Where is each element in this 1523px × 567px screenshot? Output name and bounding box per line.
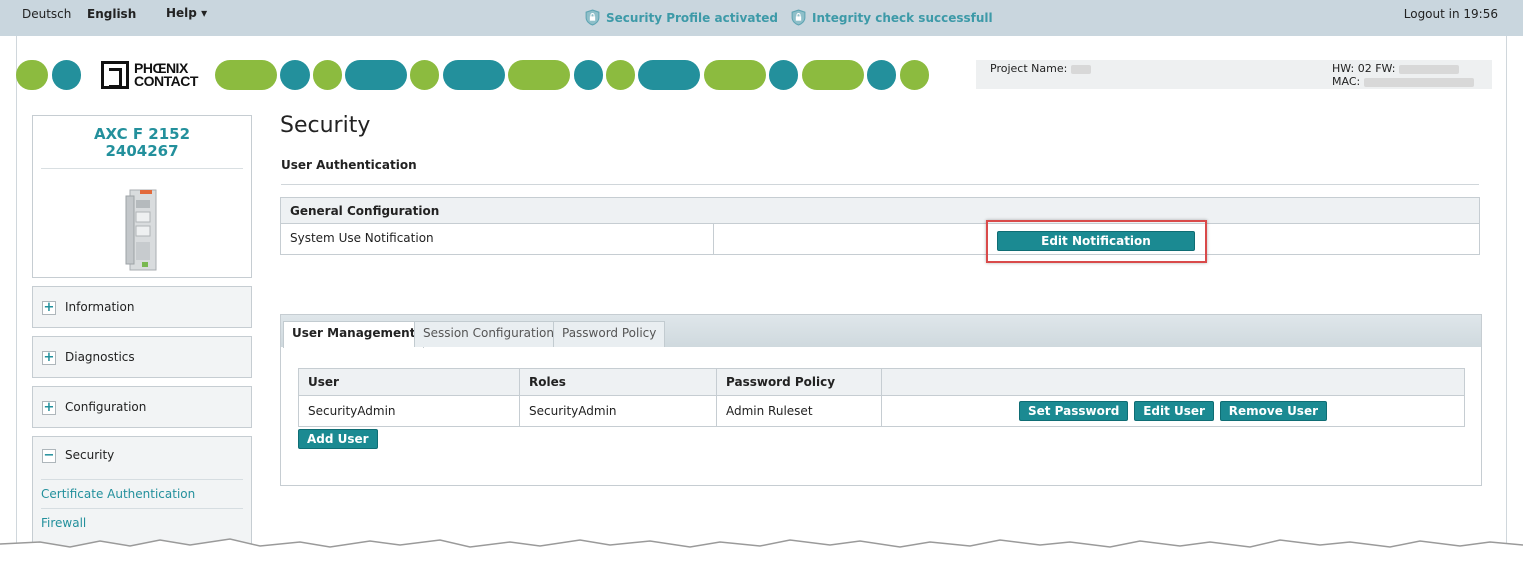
sidebar-item-information[interactable]: + Information bbox=[32, 286, 252, 328]
column-header-actions bbox=[881, 368, 1465, 396]
banner-pill bbox=[769, 60, 798, 90]
general-configuration-header: General Configuration bbox=[281, 198, 1479, 224]
edit-user-button[interactable]: Edit User bbox=[1134, 401, 1214, 421]
device-info-box: AXC F 2152 2404267 bbox=[32, 115, 252, 278]
controller-device-image bbox=[125, 189, 157, 271]
set-password-button[interactable]: Set Password bbox=[1018, 401, 1129, 421]
tab-user-management[interactable]: User Management bbox=[283, 321, 425, 348]
system-use-notification-label: System Use Notification bbox=[290, 231, 434, 245]
column-header-roles: Roles bbox=[519, 368, 717, 396]
brand-banner: PHŒNIX CONTACT bbox=[16, 60, 936, 90]
banner-pill bbox=[52, 60, 81, 90]
help-menu[interactable]: Help ▾ bbox=[166, 6, 207, 20]
cell-user: SecurityAdmin bbox=[298, 395, 520, 427]
device-name: AXC F 2152 bbox=[93, 125, 191, 143]
tab-session-configuration[interactable]: Session Configuration bbox=[414, 321, 563, 347]
sidebar-subitem-certificate-authentication[interactable]: Certificate Authentication bbox=[41, 479, 243, 501]
banner-pill bbox=[345, 60, 407, 90]
sidebar-item-label: Security bbox=[65, 448, 115, 462]
security-profile-status: Security Profile activated bbox=[584, 9, 778, 26]
banner-pill bbox=[508, 60, 570, 90]
language-deutsch-link[interactable]: Deutsch bbox=[22, 7, 71, 21]
torn-edge-decoration bbox=[0, 538, 1523, 567]
project-info-panel: Project Name: HW: 02 FW: MAC: bbox=[976, 60, 1492, 89]
language-english-link[interactable]: English bbox=[87, 7, 136, 21]
banner-pill bbox=[867, 60, 896, 90]
table-header-row: User Roles Password Policy bbox=[298, 368, 1465, 396]
sidebar-item-diagnostics[interactable]: + Diagnostics bbox=[32, 336, 252, 378]
column-header-password-policy: Password Policy bbox=[716, 368, 882, 396]
section-title: User Authentication bbox=[281, 158, 417, 172]
cell-password-policy: Admin Ruleset bbox=[716, 395, 882, 427]
integrity-check-status: Integrity check successfull bbox=[790, 9, 993, 26]
page-title: Security bbox=[280, 113, 371, 138]
logo-text-line2: CONTACT bbox=[134, 73, 198, 89]
banner-pill bbox=[802, 60, 864, 90]
cell-actions: Set Password Edit User Remove User bbox=[881, 395, 1465, 427]
banner-pill bbox=[638, 60, 700, 90]
phoenix-contact-logo: PHŒNIX CONTACT bbox=[86, 60, 224, 90]
user-table: User Roles Password Policy SecurityAdmin… bbox=[298, 368, 1465, 427]
banner-pill bbox=[704, 60, 766, 90]
collapse-icon[interactable]: − bbox=[42, 449, 56, 463]
divider bbox=[281, 184, 1479, 185]
sidebar-subitem-firewall[interactable]: Firewall bbox=[41, 508, 243, 530]
banner-pill bbox=[280, 60, 310, 90]
table-row: SecurityAdmin SecurityAdmin Admin Rulese… bbox=[298, 395, 1465, 427]
expand-icon[interactable]: + bbox=[42, 401, 56, 415]
general-configuration-table: General Configuration System Use Notific… bbox=[280, 197, 1480, 255]
shield-lock-icon bbox=[791, 9, 806, 26]
security-profile-text: Security Profile activated bbox=[606, 10, 778, 25]
project-name-label: Project Name: bbox=[990, 62, 1091, 75]
integrity-check-text: Integrity check successfull bbox=[812, 10, 993, 25]
banner-pill bbox=[900, 60, 929, 90]
banner-pill bbox=[443, 60, 505, 90]
expand-icon[interactable]: + bbox=[42, 301, 56, 315]
column-header-user: User bbox=[298, 368, 520, 396]
cell-roles: SecurityAdmin bbox=[519, 395, 717, 427]
remove-user-button[interactable]: Remove User bbox=[1219, 401, 1328, 421]
banner-pill bbox=[215, 60, 277, 90]
logout-timer[interactable]: Logout in 19:56 bbox=[1404, 7, 1498, 21]
edit-notification-button[interactable]: Edit Notification bbox=[997, 231, 1195, 251]
banner-pill bbox=[313, 60, 342, 90]
banner-pill bbox=[410, 60, 439, 90]
mac-label: MAC: bbox=[1332, 75, 1474, 88]
banner-pill bbox=[574, 60, 603, 90]
sidebar-item-configuration[interactable]: + Configuration bbox=[32, 386, 252, 428]
expand-icon[interactable]: + bbox=[42, 351, 56, 365]
sidebar-item-label: Configuration bbox=[65, 400, 147, 414]
tab-password-policy[interactable]: Password Policy bbox=[553, 321, 666, 347]
banner-pill bbox=[16, 60, 48, 90]
hw-fw-label: HW: 02 FW: bbox=[1332, 62, 1459, 75]
shield-lock-icon bbox=[585, 9, 600, 26]
logo-mark-icon bbox=[101, 61, 129, 89]
top-bar: Deutsch English Help ▾ Security Profile … bbox=[0, 0, 1523, 36]
user-tab-panel: User Management Session Configuration Pa… bbox=[280, 314, 1482, 486]
tab-bar: User Management Session Configuration Pa… bbox=[281, 315, 1481, 348]
banner-pill bbox=[606, 60, 635, 90]
add-user-button[interactable]: Add User bbox=[298, 429, 378, 449]
sidebar-item-label: Diagnostics bbox=[65, 350, 135, 364]
device-number: 2404267 bbox=[105, 142, 179, 160]
sidebar-item-label: Information bbox=[65, 300, 135, 314]
